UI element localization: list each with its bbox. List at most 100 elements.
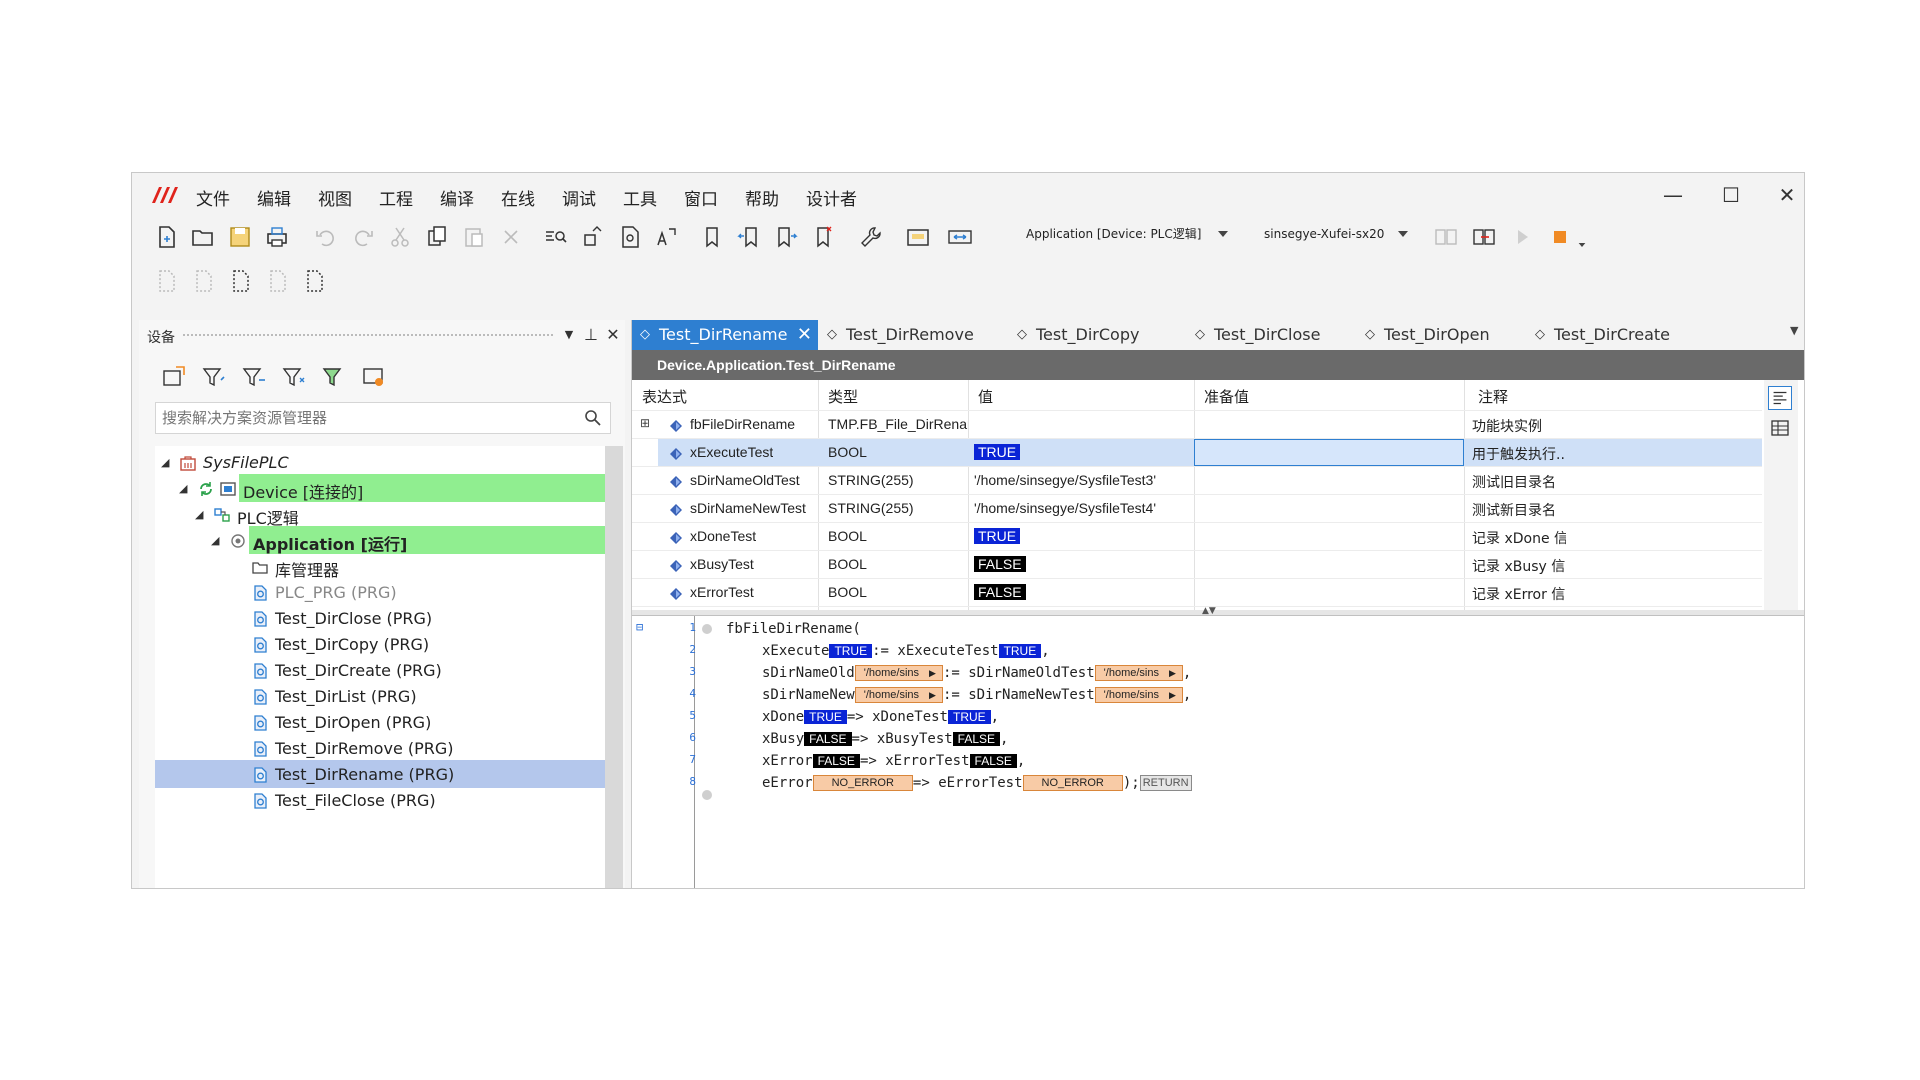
- col-expression[interactable]: 表达式: [642, 386, 687, 407]
- filter-icon[interactable]: [321, 364, 347, 390]
- watch-row[interactable]: xErrorTest BOOL FALSE 记录 xError 信号: [632, 578, 1762, 606]
- value-cell: '/home/sinsegye/SysfileTest4': [974, 500, 1156, 516]
- filter-icon[interactable]: [241, 364, 267, 390]
- menu-build[interactable]: 编译: [440, 185, 474, 210]
- col-value[interactable]: 值: [978, 386, 993, 407]
- next-bookmark-icon[interactable]: [772, 223, 800, 251]
- settings-panel-icon[interactable]: [361, 364, 387, 390]
- menu-view[interactable]: 视图: [318, 185, 352, 210]
- logout-icon[interactable]: [1470, 223, 1498, 251]
- tree-item-label: Test_DirList (PRG): [275, 687, 417, 706]
- login-icon[interactable]: [904, 223, 932, 251]
- save-icon[interactable]: [226, 223, 254, 251]
- close-icon[interactable]: ✕: [797, 320, 812, 350]
- maximize-icon[interactable]: ☐: [1711, 181, 1751, 209]
- search-box: [155, 402, 611, 434]
- expand-arrow-icon[interactable]: ◢: [195, 508, 203, 521]
- open-folder-icon[interactable]: [189, 223, 217, 251]
- menu-debug[interactable]: 调试: [562, 185, 596, 210]
- filter-icon[interactable]: [281, 364, 307, 390]
- tree-item[interactable]: Test_FileClose (PRG): [155, 786, 605, 816]
- filter-icon[interactable]: [201, 364, 227, 390]
- watch-row[interactable]: xDoneTest BOOL TRUE 记录 xDone 信号: [632, 522, 1762, 550]
- table-view-icon[interactable]: [1768, 416, 1792, 440]
- print-icon[interactable]: [263, 223, 291, 251]
- menu-window[interactable]: 窗口: [684, 185, 718, 210]
- prepared-value-input[interactable]: [1194, 439, 1464, 466]
- paste-icon[interactable]: [460, 223, 488, 251]
- tab-test-dirrename[interactable]: ◇ Test_DirRename ✕: [632, 320, 818, 350]
- tab-test-dirremove[interactable]: ◇ Test_DirRemove: [819, 320, 999, 350]
- page-icon[interactable]: [300, 267, 328, 295]
- redo-icon[interactable]: [349, 223, 377, 251]
- search-icon[interactable]: [584, 409, 602, 427]
- tab-test-diropen[interactable]: ◇ Test_DirOpen: [1357, 320, 1517, 350]
- page-icon[interactable]: [263, 267, 291, 295]
- watch-row[interactable]: xExecuteTest BOOL TRUE 用于触发执行...: [632, 438, 1762, 466]
- chevron-down-icon[interactable]: [1214, 225, 1232, 243]
- tab-overflow-icon[interactable]: ▼: [1790, 324, 1798, 337]
- minimize-icon[interactable]: —: [1653, 181, 1693, 209]
- application-combo[interactable]: Application [Device: PLC逻辑]: [1026, 223, 1201, 245]
- copy-icon[interactable]: [423, 223, 451, 251]
- stop-icon[interactable]: [1546, 223, 1574, 251]
- new-file-icon[interactable]: [152, 223, 180, 251]
- col-comment[interactable]: 注释: [1478, 386, 1508, 407]
- prev-bookmark-icon[interactable]: [735, 223, 763, 251]
- login-online-icon[interactable]: [1432, 223, 1460, 251]
- col-type[interactable]: 类型: [828, 386, 858, 407]
- chevron-down-icon[interactable]: [1394, 225, 1412, 243]
- panel-grip[interactable]: [183, 334, 553, 338]
- fold-icon[interactable]: ⊟: [636, 620, 643, 634]
- chevron-down-icon[interactable]: ▼: [559, 325, 579, 345]
- find-replace-icon[interactable]: [653, 223, 681, 251]
- menu-designer[interactable]: 设计者: [806, 185, 857, 210]
- menu-edit[interactable]: 编辑: [257, 185, 291, 210]
- replace-icon[interactable]: [579, 223, 607, 251]
- chevron-down-icon[interactable]: [1576, 239, 1588, 251]
- text-view-icon[interactable]: [1768, 386, 1792, 410]
- col-prepared[interactable]: 准备值: [1204, 386, 1249, 407]
- tab-test-dirclose[interactable]: ◇ Test_DirClose: [1187, 320, 1347, 350]
- bookmark-icon[interactable]: [698, 223, 726, 251]
- page-icon[interactable]: [189, 267, 217, 295]
- watch-row[interactable]: sDirNameNewTest STRING(255) '/home/sinsegy…: [632, 494, 1762, 522]
- watch-row[interactable]: xBusyTest BOOL FALSE 记录 xBusy 信号: [632, 550, 1762, 578]
- add-device-icon[interactable]: [161, 364, 187, 390]
- search-input[interactable]: [162, 406, 572, 430]
- expand-arrow-icon[interactable]: ◢: [179, 482, 187, 495]
- code-editor[interactable]: ⊟ 1 2 3 4 5 6 7 8 fbFileDirRename( xExecute TRUE…: [632, 616, 1804, 888]
- tab-test-dircreate[interactable]: ◇ Test_DirCreate: [1527, 320, 1692, 350]
- breakpoint-marker-icon[interactable]: [702, 790, 712, 800]
- find-icon[interactable]: [542, 223, 570, 251]
- delete-icon[interactable]: [497, 223, 525, 251]
- wrench-icon[interactable]: [857, 223, 885, 251]
- pin-icon[interactable]: ⊥: [581, 325, 601, 345]
- close-icon[interactable]: ✕: [603, 325, 623, 345]
- find-in-file-icon[interactable]: [616, 223, 644, 251]
- undo-icon[interactable]: [312, 223, 340, 251]
- menu-project[interactable]: 工程: [379, 185, 413, 210]
- tag-icon: ◇: [1535, 327, 1545, 342]
- page-icon[interactable]: [152, 267, 180, 295]
- page-icon[interactable]: [226, 267, 254, 295]
- clear-bookmarks-icon[interactable]: [809, 223, 837, 251]
- user-combo[interactable]: sinsegye-Xufei-sx20: [1264, 223, 1384, 245]
- run-icon[interactable]: [1508, 223, 1536, 251]
- menu-online[interactable]: 在线: [501, 185, 535, 210]
- menu-file[interactable]: 文件: [196, 185, 230, 210]
- close-window-icon[interactable]: ✕: [1767, 181, 1804, 209]
- expand-arrow-icon[interactable]: ◢: [161, 456, 169, 469]
- watch-row[interactable]: ⊞ fbFileDirRename TMP.FB_File_DirRename 功能块…: [632, 410, 1762, 438]
- breakpoint-marker-icon[interactable]: [702, 624, 712, 634]
- menu-tools[interactable]: 工具: [623, 185, 657, 210]
- tree-scrollbar[interactable]: [605, 446, 623, 888]
- collapse-up-icon[interactable]: ▲▼: [1202, 606, 1216, 616]
- expand-icon[interactable]: ⊞: [640, 416, 650, 430]
- cut-icon[interactable]: [386, 223, 414, 251]
- expand-arrow-icon[interactable]: ◢: [211, 534, 219, 547]
- menu-help[interactable]: 帮助: [745, 185, 779, 210]
- connect-icon[interactable]: [946, 223, 974, 251]
- tab-test-dircopy[interactable]: ◇ Test_DirCopy: [1009, 320, 1177, 350]
- watch-row[interactable]: sDirNameOldTest STRING(255) '/home/sinsegy…: [632, 466, 1762, 494]
